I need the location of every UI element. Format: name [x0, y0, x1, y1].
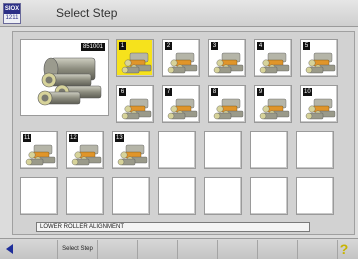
step-cell[interactable]: 8	[208, 85, 246, 123]
step-cell[interactable]: 9	[254, 85, 292, 123]
rollers-icon	[213, 98, 244, 120]
step-cell[interactable]: 3	[208, 39, 246, 77]
logo-bottom-text: 1211	[5, 15, 19, 21]
softkey-6[interactable]	[218, 240, 258, 259]
step-grid-panel: 851001 1 2 3 4 5 6 7 8 9 10 11 12 13	[12, 31, 355, 235]
main-step-image[interactable]: 851001	[20, 39, 109, 116]
step-cell[interactable]: 10	[300, 85, 338, 123]
rollers-icon	[259, 98, 290, 120]
empty-step-cell[interactable]	[204, 131, 242, 169]
step-cell[interactable]: 13	[112, 131, 150, 169]
step-number: 12	[69, 134, 78, 142]
empty-step-cell[interactable]	[158, 131, 196, 169]
step-number: 9	[257, 88, 264, 96]
back-arrow-icon[interactable]	[6, 244, 13, 254]
rollers-icon	[213, 52, 244, 74]
title-bar: SIOX 1211 Select Step	[0, 0, 358, 27]
page-title: Select Step	[56, 6, 118, 20]
rollers-icon	[305, 98, 336, 120]
app-logo: SIOX 1211	[3, 3, 21, 24]
empty-step-cell[interactable]	[112, 177, 150, 215]
empty-step-cell[interactable]	[296, 177, 334, 215]
step-cell[interactable]: 11	[20, 131, 58, 169]
step-cell[interactable]: 1	[116, 39, 154, 77]
softkey-4[interactable]	[138, 240, 178, 259]
empty-step-cell[interactable]	[296, 131, 334, 169]
rollers-icon	[25, 144, 56, 166]
softkey-3[interactable]	[98, 240, 138, 259]
rollers-icon	[259, 52, 290, 74]
step-number: 1	[119, 42, 126, 50]
help-icon[interactable]: ?	[336, 241, 352, 257]
rollers-icon	[117, 144, 148, 166]
rollers-icon	[121, 98, 152, 120]
step-number: 3	[211, 42, 218, 50]
softkey-bar: Select Step	[0, 238, 358, 259]
softkey-8[interactable]	[298, 240, 338, 259]
softkey-2[interactable]: Select Step	[58, 240, 98, 259]
step-description: LOWER ROLLER ALIGNMENT	[36, 222, 310, 232]
empty-step-cell[interactable]	[250, 177, 288, 215]
softkey-5[interactable]	[178, 240, 218, 259]
empty-step-cell[interactable]	[158, 177, 196, 215]
empty-step-cell[interactable]	[204, 177, 242, 215]
step-cell[interactable]: 12	[66, 131, 104, 169]
step-number: 6	[119, 88, 126, 96]
step-cell[interactable]: 7	[162, 85, 200, 123]
step-number: 2	[165, 42, 172, 50]
step-cell[interactable]: 5	[300, 39, 338, 77]
step-number: 7	[165, 88, 172, 96]
step-cell[interactable]: 4	[254, 39, 292, 77]
empty-step-cell[interactable]	[250, 131, 288, 169]
softkey-1[interactable]	[18, 240, 58, 259]
rollers-icon	[121, 52, 152, 74]
empty-step-cell[interactable]	[20, 177, 58, 215]
rollers-icon	[167, 52, 198, 74]
empty-step-cell[interactable]	[66, 177, 104, 215]
rollers-icon	[167, 98, 198, 120]
softkey-7[interactable]	[258, 240, 298, 259]
step-number: 4	[257, 42, 264, 50]
rollers-icon	[305, 52, 336, 74]
step-cell[interactable]: 2	[162, 39, 200, 77]
main-step-code: 851001	[80, 43, 105, 51]
step-number: 10	[303, 88, 312, 96]
step-cell[interactable]: 6	[116, 85, 154, 123]
step-number: 13	[115, 134, 124, 142]
step-number: 11	[23, 134, 32, 142]
rollers-large-icon	[37, 57, 102, 106]
logo-top-text: SIOX	[4, 4, 20, 14]
step-number: 5	[303, 42, 310, 50]
rollers-icon	[71, 144, 102, 166]
step-number: 8	[211, 88, 218, 96]
